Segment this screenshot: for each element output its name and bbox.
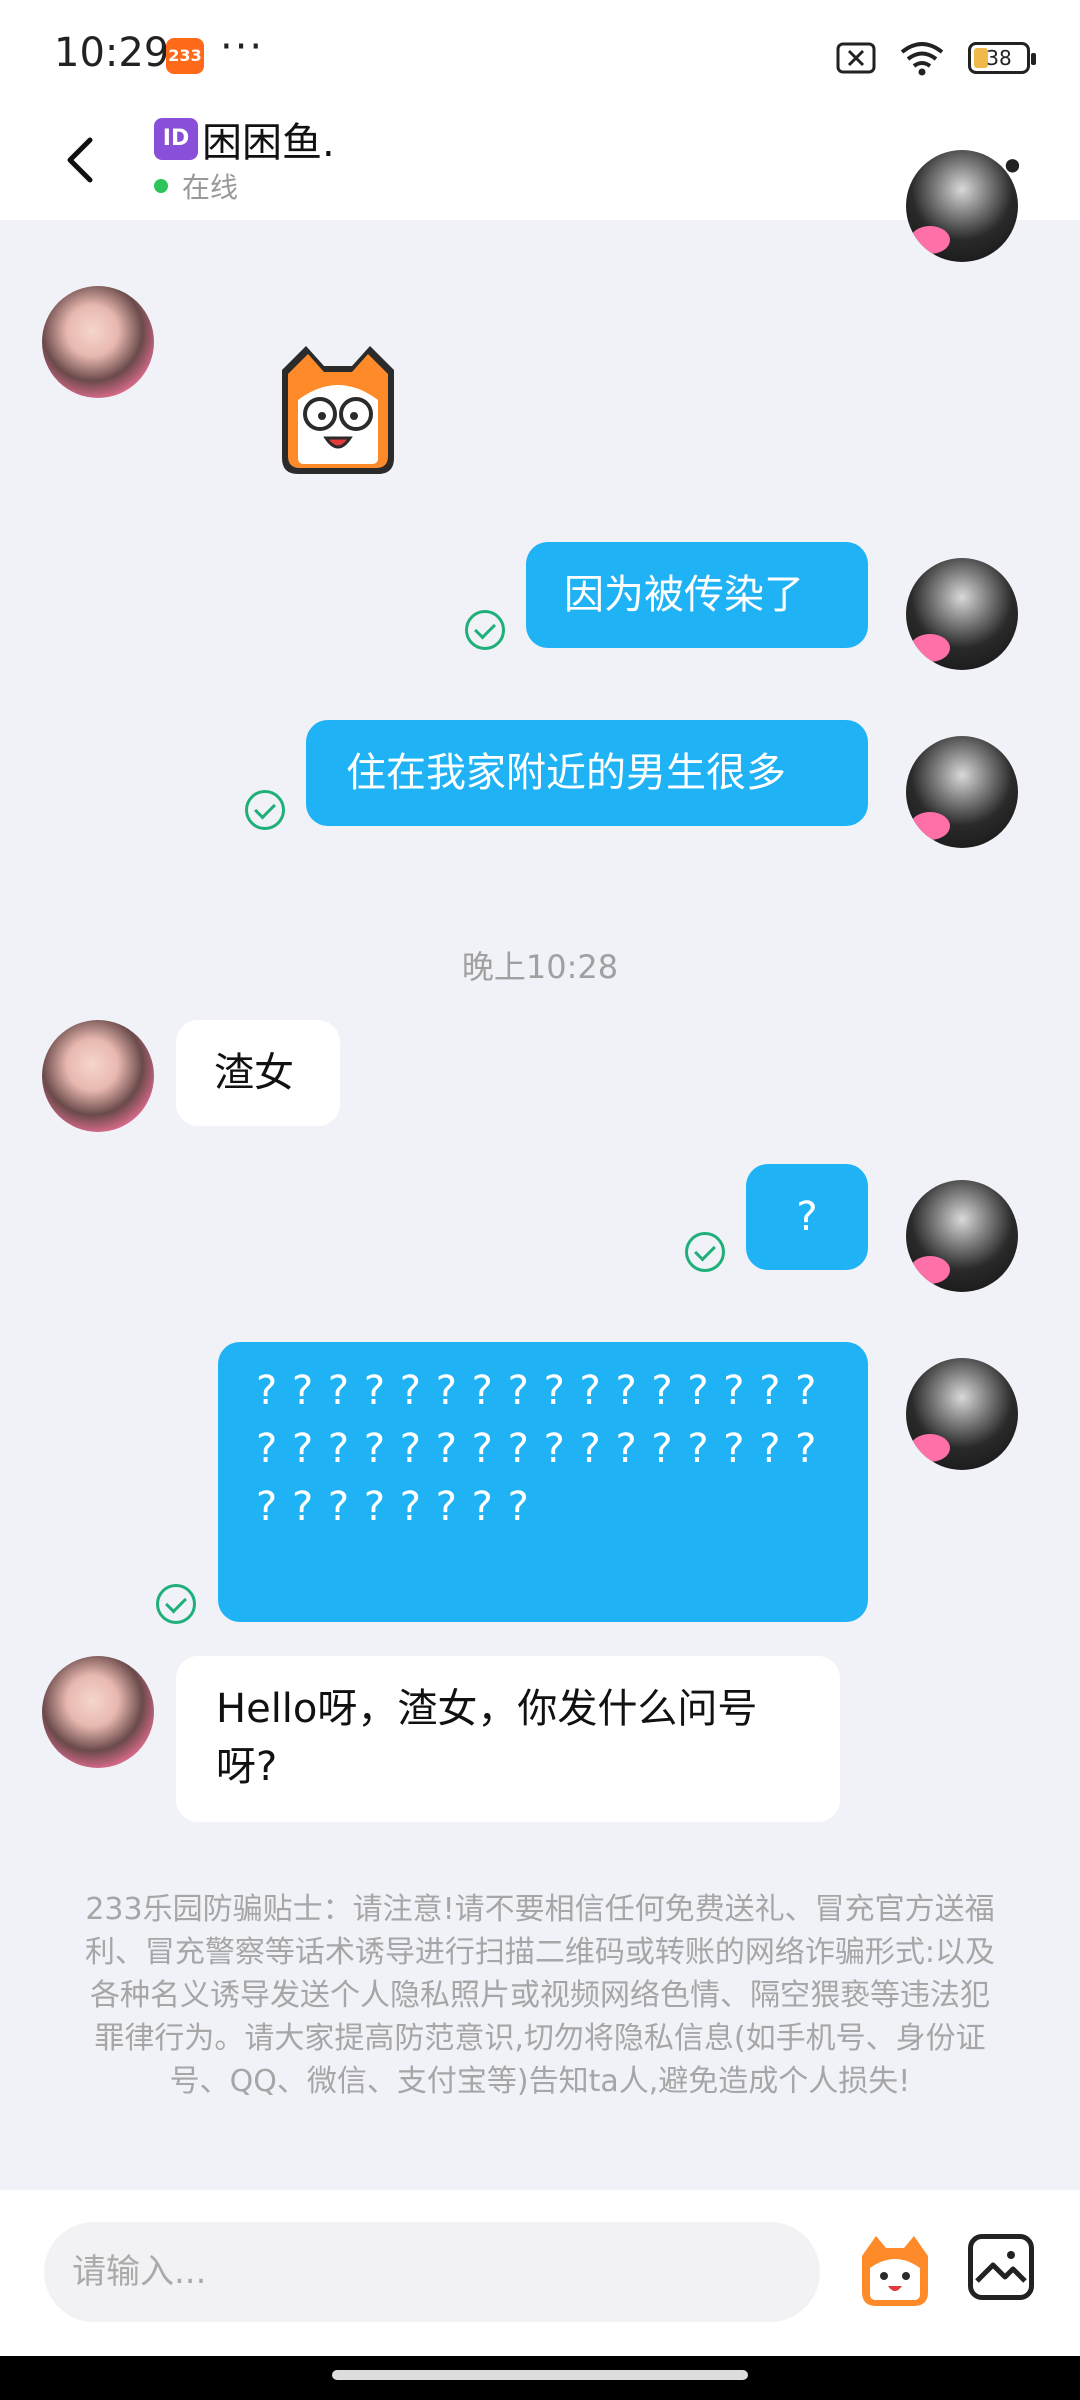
- message-bubble-incoming[interactable]: Hello呀，渣女，你发什么问号呀?: [176, 1656, 840, 1822]
- online-status-label: 在线: [182, 171, 239, 204]
- chat-messages[interactable]: 因为被传染了 住在我家附近的男生很多 晚上10:28 渣女 ? ? ? ? ? …: [0, 150, 1080, 2190]
- contact-name-row[interactable]: ID 困困鱼.: [154, 110, 335, 168]
- battery-icon: 38: [968, 42, 1036, 74]
- message-input[interactable]: 请输入...: [44, 2222, 820, 2322]
- message-bubble-outgoing[interactable]: 住在我家附近的男生很多: [306, 720, 868, 826]
- message-bubble-outgoing[interactable]: ?: [746, 1164, 868, 1270]
- read-check-icon: [156, 1584, 196, 1624]
- battery-level: 38: [986, 46, 1012, 70]
- more-notifications-icon: ···: [220, 24, 265, 70]
- image-picker-icon[interactable]: [968, 2234, 1034, 2300]
- online-dot-icon: [154, 179, 168, 193]
- emoji-icon[interactable]: [852, 2226, 938, 2312]
- avatar-self[interactable]: [906, 558, 1018, 670]
- online-status: 在线: [154, 166, 238, 206]
- status-bar: 10:29 233 ··· 38: [0, 0, 1080, 110]
- anti-fraud-tip: 233乐园防骗贴士：请注意!请不要相信任何免费送礼、冒充官方送福利、冒充警察等话…: [84, 1892, 996, 2099]
- home-indicator[interactable]: [332, 2370, 748, 2380]
- wifi-icon: [900, 42, 944, 76]
- avatar-self[interactable]: [906, 736, 1018, 848]
- avatar-self[interactable]: [906, 1358, 1018, 1470]
- read-check-icon: [465, 610, 505, 650]
- no-sim-icon: [836, 42, 876, 74]
- message-timestamp: 晚上10:28: [461, 948, 619, 986]
- read-check-icon: [685, 1232, 725, 1272]
- message-bubble-outgoing[interactable]: 因为被传染了: [526, 542, 868, 648]
- avatar-contact[interactable]: [42, 1020, 154, 1132]
- message-bubble-incoming[interactable]: 渣女: [176, 1020, 340, 1126]
- system-nav-bar: [0, 2356, 1080, 2400]
- contact-name: 困困鱼.: [202, 120, 335, 166]
- id-badge-icon: ID: [154, 118, 198, 160]
- back-arrow-icon[interactable]: [52, 130, 112, 190]
- message-bubble-outgoing[interactable]: ? ? ? ? ? ? ? ? ? ? ? ? ? ? ? ? ? ? ? ? …: [218, 1342, 868, 1622]
- avatar-contact[interactable]: [42, 286, 154, 398]
- input-bar: 请输入...: [0, 2190, 1080, 2356]
- app-notification-icon: 233: [166, 38, 204, 74]
- avatar-self[interactable]: [906, 150, 1018, 262]
- read-check-icon: [245, 790, 285, 830]
- avatar-self[interactable]: [906, 1180, 1018, 1292]
- status-time: 10:29: [54, 30, 170, 76]
- sticker-message[interactable]: [268, 340, 408, 480]
- avatar-contact[interactable]: [42, 1656, 154, 1768]
